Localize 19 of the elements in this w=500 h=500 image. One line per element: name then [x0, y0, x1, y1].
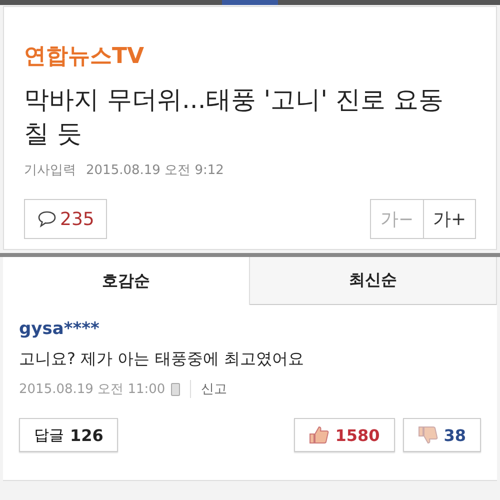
like-button[interactable]: 1580 [294, 418, 395, 452]
dislike-button[interactable]: 38 [402, 418, 481, 452]
article-date: 2015.08.19 오전 9:12 [86, 162, 224, 179]
comment-date: 2015.08.19 오전 11:00 [19, 381, 166, 398]
report-link[interactable]: 신고 [190, 380, 228, 398]
sort-tab[interactable]: 최신순 [250, 257, 497, 305]
thumbs-down-icon [418, 426, 438, 444]
reply-button[interactable]: 답글 126 [19, 418, 118, 452]
comment-count-button[interactable]: 235 [24, 199, 108, 239]
headline: 막바지 무더위...태풍 '고니' 진로 요동칠 듯 [24, 84, 444, 150]
page-indicator [222, 0, 278, 5]
phone-icon [171, 382, 180, 396]
source-logo: 연합뉴스TV [24, 43, 146, 71]
speech-bubble-icon [37, 210, 57, 228]
comment-user: gysa**** [19, 319, 100, 339]
sort-tab[interactable]: 호감순 [3, 257, 250, 305]
thumbs-up-icon [309, 426, 330, 444]
meta-label: 기사입력 [24, 162, 76, 179]
comment-text: 고니요? 제가 아는 태풍중에 최고였어요 [19, 349, 305, 370]
